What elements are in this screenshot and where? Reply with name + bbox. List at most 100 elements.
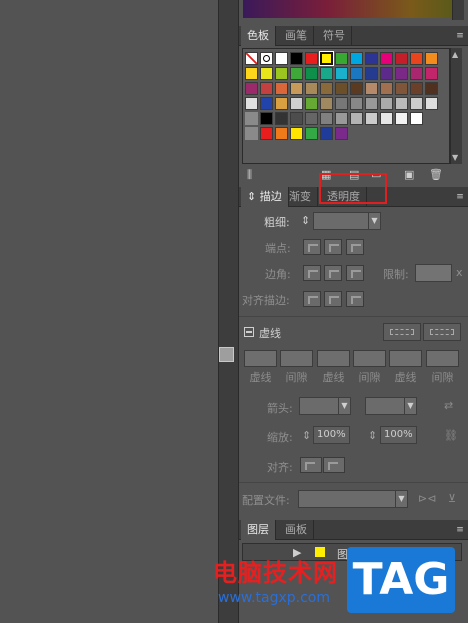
end-arrowhead-dropdown[interactable]: ▼ <box>365 397 417 415</box>
weight-dropdown[interactable]: ▼ <box>313 212 381 230</box>
color-swatch[interactable] <box>350 52 363 65</box>
color-swatch[interactable] <box>395 67 408 80</box>
color-swatch[interactable] <box>305 52 318 65</box>
color-swatch[interactable] <box>425 67 438 80</box>
align-inside-button[interactable] <box>324 291 342 307</box>
color-swatch[interactable] <box>425 82 438 95</box>
tab-brushes[interactable]: 画笔 <box>279 26 314 46</box>
color-swatch[interactable] <box>260 112 273 125</box>
swap-arrowheads-icon[interactable]: ⇄ <box>444 400 453 412</box>
color-swatch[interactable] <box>335 97 348 110</box>
delete-swatch-icon[interactable]: 🗑 <box>429 169 443 181</box>
tab-layers[interactable]: 图层 <box>241 520 276 540</box>
swatch-folder-icon[interactable] <box>245 112 258 125</box>
color-swatch[interactable] <box>275 127 288 140</box>
scale-end-stepper-icon[interactable]: ⇕ <box>368 430 377 442</box>
arrow-tip-extend-button[interactable] <box>300 457 322 473</box>
color-swatch[interactable] <box>245 52 258 65</box>
color-swatch[interactable] <box>290 97 303 110</box>
color-swatch[interactable] <box>290 67 303 80</box>
color-swatch[interactable] <box>320 112 333 125</box>
align-outside-button[interactable] <box>346 291 364 307</box>
flip-horizontal-icon[interactable]: ⊳⊲ <box>418 493 436 505</box>
color-swatch[interactable] <box>305 97 318 110</box>
color-swatch[interactable] <box>305 127 318 140</box>
profile-dropdown[interactable]: ▼ <box>298 490 408 508</box>
gap-input-3[interactable] <box>426 350 459 367</box>
color-swatch[interactable] <box>260 67 273 80</box>
color-swatch[interactable] <box>275 97 288 110</box>
round-cap-button[interactable] <box>324 239 342 255</box>
color-swatch[interactable] <box>290 112 303 125</box>
tab-symbols[interactable]: 符号 <box>317 26 352 46</box>
color-swatch[interactable] <box>260 97 273 110</box>
color-swatch[interactable] <box>380 97 393 110</box>
panel-menu-icon[interactable]: ≡ <box>454 191 466 203</box>
color-swatch[interactable] <box>305 67 318 80</box>
scale-end-input[interactable]: 100% <box>380 426 417 444</box>
color-swatch[interactable] <box>260 82 273 95</box>
color-swatch[interactable] <box>395 52 408 65</box>
color-swatch[interactable] <box>410 82 423 95</box>
color-swatch[interactable] <box>320 97 333 110</box>
color-swatch[interactable] <box>365 52 378 65</box>
color-swatch[interactable] <box>335 52 348 65</box>
color-swatch[interactable] <box>380 82 393 95</box>
color-swatch[interactable] <box>245 82 258 95</box>
color-swatch[interactable] <box>335 82 348 95</box>
link-scale-icon[interactable]: ⛓ <box>444 430 458 442</box>
color-swatch[interactable] <box>320 67 333 80</box>
color-swatch[interactable] <box>335 112 348 125</box>
color-swatch[interactable] <box>380 52 393 65</box>
new-swatch-icon[interactable]: ▣ <box>404 169 414 181</box>
tab-gradient[interactable]: 渐变 <box>283 187 318 207</box>
color-swatch[interactable] <box>275 67 288 80</box>
color-swatch[interactable] <box>395 97 408 110</box>
canvas-area[interactable] <box>0 0 218 623</box>
color-swatch[interactable] <box>350 67 363 80</box>
color-swatch[interactable] <box>260 127 273 140</box>
color-swatch[interactable] <box>410 67 423 80</box>
color-swatch[interactable] <box>365 112 378 125</box>
align-dash-button[interactable] <box>423 323 461 341</box>
tab-artboards[interactable]: 画板 <box>279 520 314 540</box>
color-swatch[interactable] <box>410 97 423 110</box>
color-swatch[interactable] <box>395 82 408 95</box>
dash-input-3[interactable] <box>389 350 422 367</box>
color-swatch[interactable] <box>320 82 333 95</box>
round-join-button[interactable] <box>324 265 342 281</box>
swatch-scrollbar[interactable]: ▲ ▼ <box>450 48 462 164</box>
limit-input[interactable] <box>415 264 452 282</box>
arrow-tip-end-button[interactable] <box>323 457 345 473</box>
align-center-button[interactable] <box>303 291 321 307</box>
bevel-join-button[interactable] <box>346 265 364 281</box>
color-swatch[interactable] <box>260 52 273 65</box>
color-swatch[interactable] <box>410 52 423 65</box>
scale-start-stepper-icon[interactable]: ⇕ <box>302 430 311 442</box>
color-swatch[interactable] <box>350 82 363 95</box>
panel-menu-icon[interactable]: ≡ <box>454 524 466 536</box>
color-swatch[interactable] <box>275 112 288 125</box>
swatch-library-icon[interactable]: ⫼ <box>247 169 252 181</box>
butt-cap-button[interactable] <box>303 239 321 255</box>
color-swatch[interactable] <box>245 97 258 110</box>
color-swatch[interactable] <box>380 112 393 125</box>
color-swatch[interactable] <box>305 112 318 125</box>
flip-vertical-icon[interactable]: ⊻ <box>448 493 456 505</box>
weight-stepper-icon[interactable]: ⇕ <box>301 215 310 227</box>
color-swatch[interactable] <box>395 112 408 125</box>
color-swatch[interactable] <box>350 112 363 125</box>
projecting-cap-button[interactable] <box>346 239 364 255</box>
color-swatch[interactable] <box>305 82 318 95</box>
color-swatch[interactable] <box>290 52 303 65</box>
dash-input-1[interactable] <box>244 350 277 367</box>
miter-join-button[interactable] <box>303 265 321 281</box>
color-swatch[interactable] <box>410 112 423 125</box>
color-swatch[interactable] <box>365 97 378 110</box>
color-swatch[interactable] <box>290 82 303 95</box>
color-swatch[interactable] <box>335 127 348 140</box>
preserve-dash-button[interactable] <box>383 323 421 341</box>
color-swatch[interactable] <box>425 52 438 65</box>
tab-stroke[interactable]: ⇕ 描边 <box>241 187 289 207</box>
color-swatch[interactable] <box>365 82 378 95</box>
